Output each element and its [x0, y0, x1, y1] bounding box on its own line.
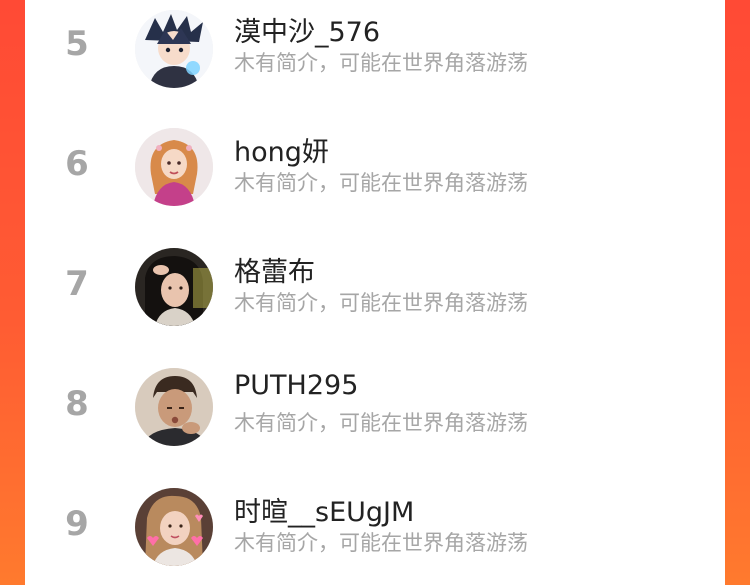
- man-photo-avatar-icon[interactable]: [135, 368, 213, 446]
- user-name: hong妍: [234, 137, 329, 168]
- girl-hearts-avatar-icon[interactable]: [135, 488, 213, 566]
- user-name: 漠中沙_576: [234, 17, 381, 48]
- rank-number: 8: [65, 384, 89, 424]
- rank-number: 7: [65, 264, 89, 304]
- list-item[interactable]: 9 时暄__sEUgJM 木有简介，可能在世界角落游荡: [25, 480, 725, 580]
- illustrated-girl-avatar-icon[interactable]: [135, 128, 213, 206]
- rank-number: 9: [65, 504, 89, 544]
- user-bio: 木有简介，可能在世界角落游荡: [234, 411, 528, 435]
- user-name: 时暄__sEUgJM: [234, 497, 415, 528]
- user-name: PUTH295: [234, 370, 359, 401]
- list-item[interactable]: 7 格蕾布 木有简介，可能在世界角落游荡: [25, 240, 725, 340]
- leaderboard-card: 5 漠中沙_576 木有简介，可能在世界角落游荡 6 hong妍 木有简介，可能…: [25, 0, 725, 585]
- list-item[interactable]: 5 漠中沙_576 木有简介，可能在世界角落游荡: [25, 0, 725, 100]
- user-bio: 木有简介，可能在世界角落游荡: [234, 51, 528, 75]
- rank-number: 6: [65, 144, 89, 184]
- anime-boy-avatar-icon[interactable]: [135, 10, 213, 88]
- woman-photo-avatar-icon[interactable]: [135, 248, 213, 326]
- user-bio: 木有简介，可能在世界角落游荡: [234, 171, 528, 195]
- user-bio: 木有简介，可能在世界角落游荡: [234, 531, 528, 555]
- list-item[interactable]: 8 PUTH295 木有简介，可能在世界角落游荡: [25, 360, 725, 460]
- user-bio: 木有简介，可能在世界角落游荡: [234, 291, 528, 315]
- user-name: 格蕾布: [234, 257, 315, 288]
- rank-number: 5: [65, 24, 89, 64]
- list-item[interactable]: 6 hong妍 木有简介，可能在世界角落游荡: [25, 120, 725, 220]
